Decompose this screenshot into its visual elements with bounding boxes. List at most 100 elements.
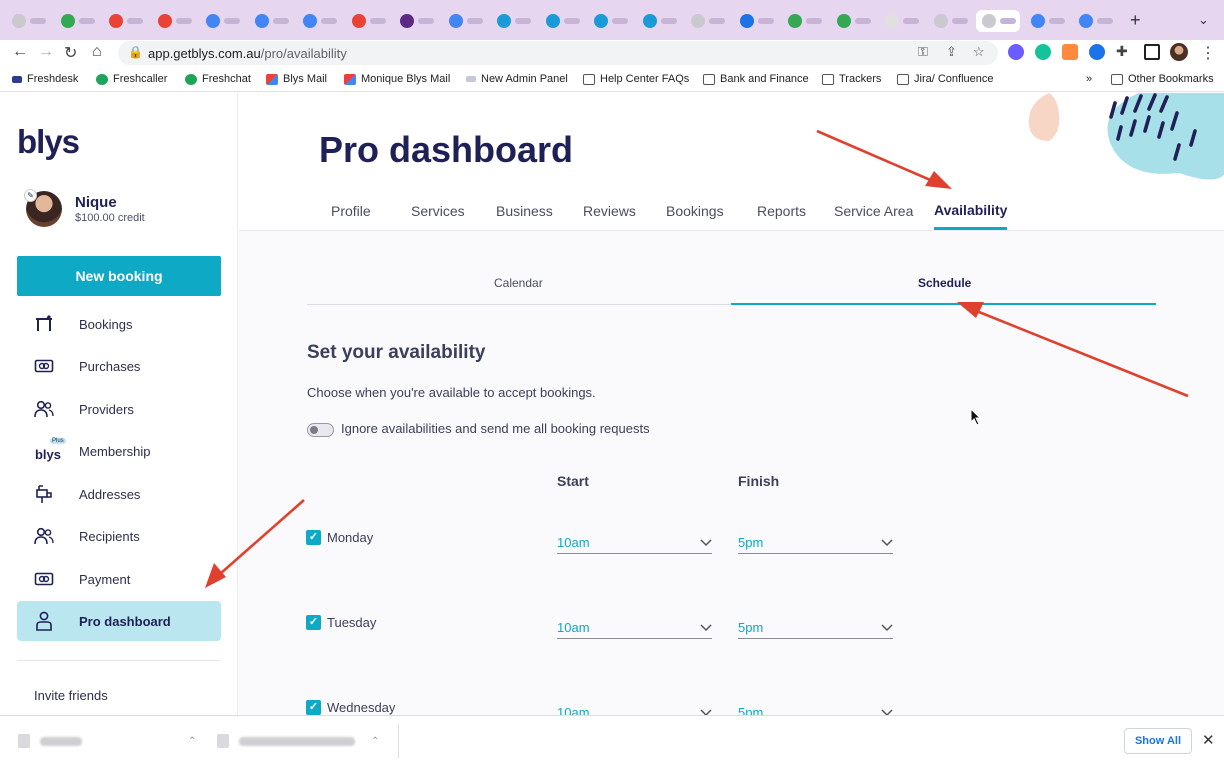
bookmark-other-bookmarks[interactable]: Other Bookmarks	[1111, 73, 1214, 85]
browser-tab[interactable]	[297, 10, 341, 32]
tab-service-area[interactable]: Service Area	[834, 203, 913, 219]
sidebar-item-label: Providers	[79, 401, 134, 417]
divider	[17, 660, 221, 661]
back-icon[interactable]: ←	[12, 43, 28, 61]
browser-tab[interactable]	[491, 10, 535, 32]
star-icon[interactable]: ☆	[973, 44, 985, 60]
browser-tab[interactable]	[879, 10, 923, 32]
tab-bookings[interactable]: Bookings	[666, 203, 724, 219]
wednesday-start-select[interactable]: 10am	[557, 694, 712, 715]
favicon-icon	[788, 14, 802, 28]
show-all-button[interactable]: Show All	[1124, 728, 1192, 754]
menu-icon[interactable]: ⋮	[1200, 43, 1216, 63]
browser-tab[interactable]	[685, 10, 729, 32]
key-icon[interactable]: ⚿	[918, 44, 928, 60]
sidebar-item-payment[interactable]: Payment	[17, 559, 221, 599]
ignore-availabilities-toggle[interactable]	[307, 423, 334, 437]
bookmark-bank-and-finance[interactable]: Bank and Finance	[703, 73, 809, 85]
monday-checkbox[interactable]: ✓	[306, 530, 321, 545]
monday-finish-select[interactable]: 5pm	[738, 524, 893, 554]
new-booking-button[interactable]: New booking	[17, 256, 221, 296]
sidebar-item-bookings[interactable]: Bookings	[17, 304, 221, 344]
people-icon	[33, 399, 55, 419]
browser-tab[interactable]	[540, 10, 584, 32]
browser-tab[interactable]	[200, 10, 244, 32]
share-icon[interactable]: ⇪	[946, 44, 957, 60]
address-bar[interactable]: 🔒 app.getblys.com.au/pro/availability ⚿ …	[118, 41, 998, 65]
select-value: 5pm	[738, 705, 764, 715]
browser-tab[interactable]	[6, 10, 50, 32]
browser-tab[interactable]	[55, 10, 99, 32]
profile-avatar[interactable]	[1170, 43, 1188, 61]
bookmark-jira-confluence[interactable]: Jira/ Confluence	[897, 73, 994, 85]
availability-subtabs: Calendar Schedule	[307, 267, 1156, 305]
browser-tab[interactable]	[152, 10, 196, 32]
bookmark-trackers[interactable]: Trackers	[822, 73, 881, 85]
subtab-calendar[interactable]: Calendar	[494, 276, 543, 290]
home-icon[interactable]: ⌂	[92, 43, 102, 61]
sidebar-item-membership[interactable]: blys Plus Membership	[17, 431, 221, 471]
browser-tab[interactable]	[1025, 10, 1069, 32]
download-item[interactable]: ⌃	[217, 716, 379, 765]
bookmark-monique-blys-mail[interactable]: Monique Blys Mail	[344, 73, 450, 85]
wednesday-finish-select[interactable]: 5pm	[738, 694, 893, 715]
tuesday-start-select[interactable]: 10am	[557, 609, 712, 639]
wednesday-checkbox[interactable]: ✓	[306, 700, 321, 715]
forward-icon[interactable]: →	[38, 43, 54, 61]
tab-business[interactable]: Business	[496, 203, 553, 219]
bookmark-freshchat[interactable]: Freshchat	[185, 73, 251, 85]
blys-logo[interactable]: blys	[17, 123, 80, 161]
browser-tab[interactable]	[637, 10, 681, 32]
puzzle-icon[interactable]: ✚	[1116, 43, 1128, 60]
grammarly-icon[interactable]	[1035, 44, 1051, 60]
tab-search-button[interactable]: ⌄	[1198, 12, 1209, 28]
availability-panel: Calendar Schedule Set your availability …	[239, 231, 1224, 715]
monday-start-select[interactable]: 10am	[557, 524, 712, 554]
chevron-up-icon[interactable]: ⌃	[188, 736, 196, 747]
extension-icon[interactable]	[1008, 44, 1024, 60]
reload-icon[interactable]: ↻	[64, 43, 77, 63]
chevron-up-icon[interactable]: ⌃	[371, 736, 379, 747]
browser-tab[interactable]	[831, 10, 875, 32]
new-tab-button[interactable]: +	[1130, 10, 1141, 31]
favicon-icon	[885, 14, 899, 28]
tuesday-checkbox[interactable]: ✓	[306, 615, 321, 630]
bookmark-freshcaller[interactable]: Freshcaller	[96, 73, 167, 85]
browser-tab[interactable]	[928, 10, 972, 32]
extension-icon[interactable]	[1089, 44, 1105, 60]
bookmark-help-center-faqs[interactable]: Help Center FAQs	[583, 73, 689, 85]
tab-availability[interactable]: Availability	[934, 202, 1007, 218]
tab-profile[interactable]: Profile	[331, 203, 371, 219]
invite-friends-link[interactable]: Invite friends	[34, 688, 108, 703]
download-item[interactable]: ⌃	[18, 716, 196, 765]
browser-tab[interactable]	[1073, 10, 1117, 32]
tuesday-finish-select[interactable]: 5pm	[738, 609, 893, 639]
tab-reviews[interactable]: Reviews	[583, 203, 636, 219]
bookmark-new-admin-panel[interactable]: New Admin Panel	[466, 73, 568, 85]
browser-tab[interactable]	[443, 10, 487, 32]
tab-reports[interactable]: Reports	[757, 203, 806, 219]
sidepanel-icon[interactable]	[1144, 44, 1160, 60]
edit-pencil-icon[interactable]: ✎	[24, 189, 37, 202]
tab-services[interactable]: Services	[411, 203, 465, 219]
bookmark-blys-mail[interactable]: Blys Mail	[266, 73, 327, 85]
subtab-schedule[interactable]: Schedule	[918, 276, 971, 290]
sidebar-item-providers[interactable]: Providers	[17, 389, 221, 429]
browser-tab[interactable]	[346, 10, 390, 32]
bookmark-freshdesk[interactable]: Freshdesk	[12, 73, 78, 85]
favicon-icon	[206, 14, 220, 28]
browser-tab[interactable]	[782, 10, 826, 32]
browser-tab[interactable]	[734, 10, 778, 32]
browser-tab[interactable]	[103, 10, 147, 32]
extension-icon[interactable]	[1062, 44, 1078, 60]
browser-tab[interactable]	[394, 10, 438, 32]
sidebar-item-recipients[interactable]: Recipients	[17, 516, 221, 556]
browser-tab[interactable]	[588, 10, 632, 32]
sidebar-item-purchases[interactable]: Purchases	[17, 346, 221, 386]
bookmarks-overflow-button[interactable]: »	[1086, 73, 1092, 85]
close-icon[interactable]: ✕	[1202, 731, 1215, 749]
sidebar-item-addresses[interactable]: Addresses	[17, 474, 221, 514]
sidebar-item-pro-dashboard[interactable]: Pro dashboard	[17, 601, 221, 641]
browser-tab[interactable]	[976, 10, 1020, 32]
browser-tab[interactable]	[249, 10, 293, 32]
